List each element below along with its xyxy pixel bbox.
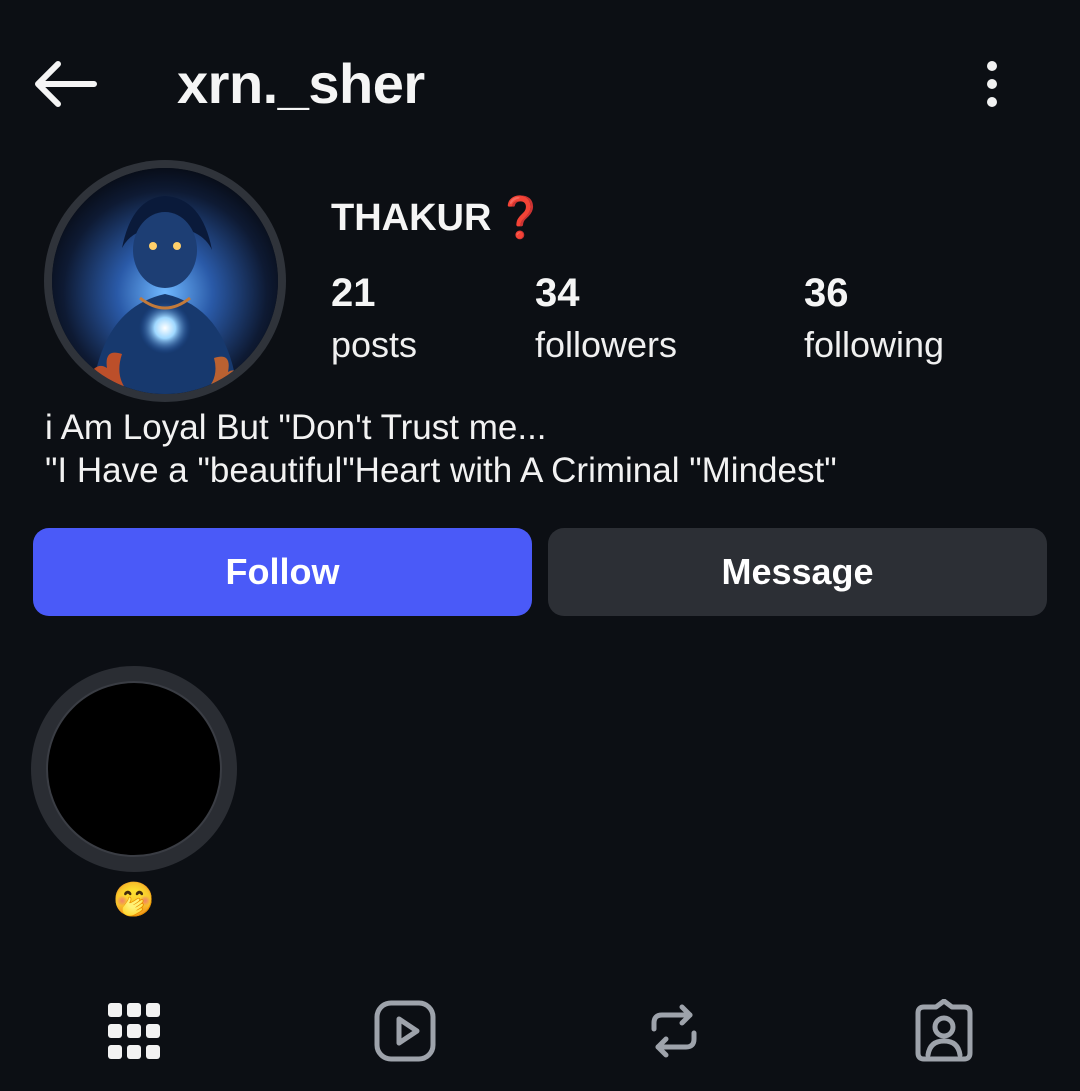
- message-button[interactable]: Message: [548, 528, 1047, 616]
- following-label: following: [804, 324, 945, 365]
- more-options-button[interactable]: [966, 52, 1018, 116]
- posts-label: posts: [331, 324, 418, 365]
- grid-icon: [108, 1003, 160, 1059]
- question-mark-emoji: ❓: [495, 196, 546, 240]
- followers-label: followers: [535, 324, 678, 365]
- tagged-person-icon: [915, 999, 973, 1062]
- back-button[interactable]: [30, 52, 102, 116]
- more-vertical-icon: [987, 61, 997, 71]
- following-count: 36: [804, 271, 849, 315]
- stat-following[interactable]: 36 following: [804, 270, 944, 368]
- tab-reposts[interactable]: [634, 995, 714, 1067]
- avatar-image: [52, 168, 278, 394]
- highlight-cover: [46, 681, 222, 857]
- reels-play-icon: [374, 1000, 436, 1062]
- highlight-label: 🤭: [112, 881, 156, 919]
- display-name: THAKUR ❓: [331, 196, 545, 240]
- tab-reels[interactable]: [365, 995, 445, 1067]
- profile-bio: i Am Loyal But "Don't Trust me... "I Hav…: [45, 406, 837, 492]
- bio-line: "I Have a "beautiful"Heart with A Crimin…: [45, 451, 837, 490]
- stat-followers[interactable]: 34 followers: [535, 270, 677, 368]
- story-highlight[interactable]: [31, 666, 237, 872]
- follow-button[interactable]: Follow: [33, 528, 532, 616]
- profile-avatar[interactable]: [44, 160, 286, 402]
- arrow-left-icon: [35, 61, 97, 107]
- stat-posts[interactable]: 21 posts: [331, 270, 417, 368]
- tab-posts-grid[interactable]: [94, 995, 174, 1067]
- display-name-text: THAKUR: [331, 197, 492, 239]
- followers-count: 34: [535, 271, 580, 315]
- tab-tagged[interactable]: [904, 995, 984, 1067]
- posts-count: 21: [331, 271, 376, 315]
- repost-icon: [651, 1004, 697, 1058]
- bio-line: i Am Loyal But "Don't Trust me...: [45, 408, 547, 447]
- profile-username: xrn._sher: [177, 52, 425, 115]
